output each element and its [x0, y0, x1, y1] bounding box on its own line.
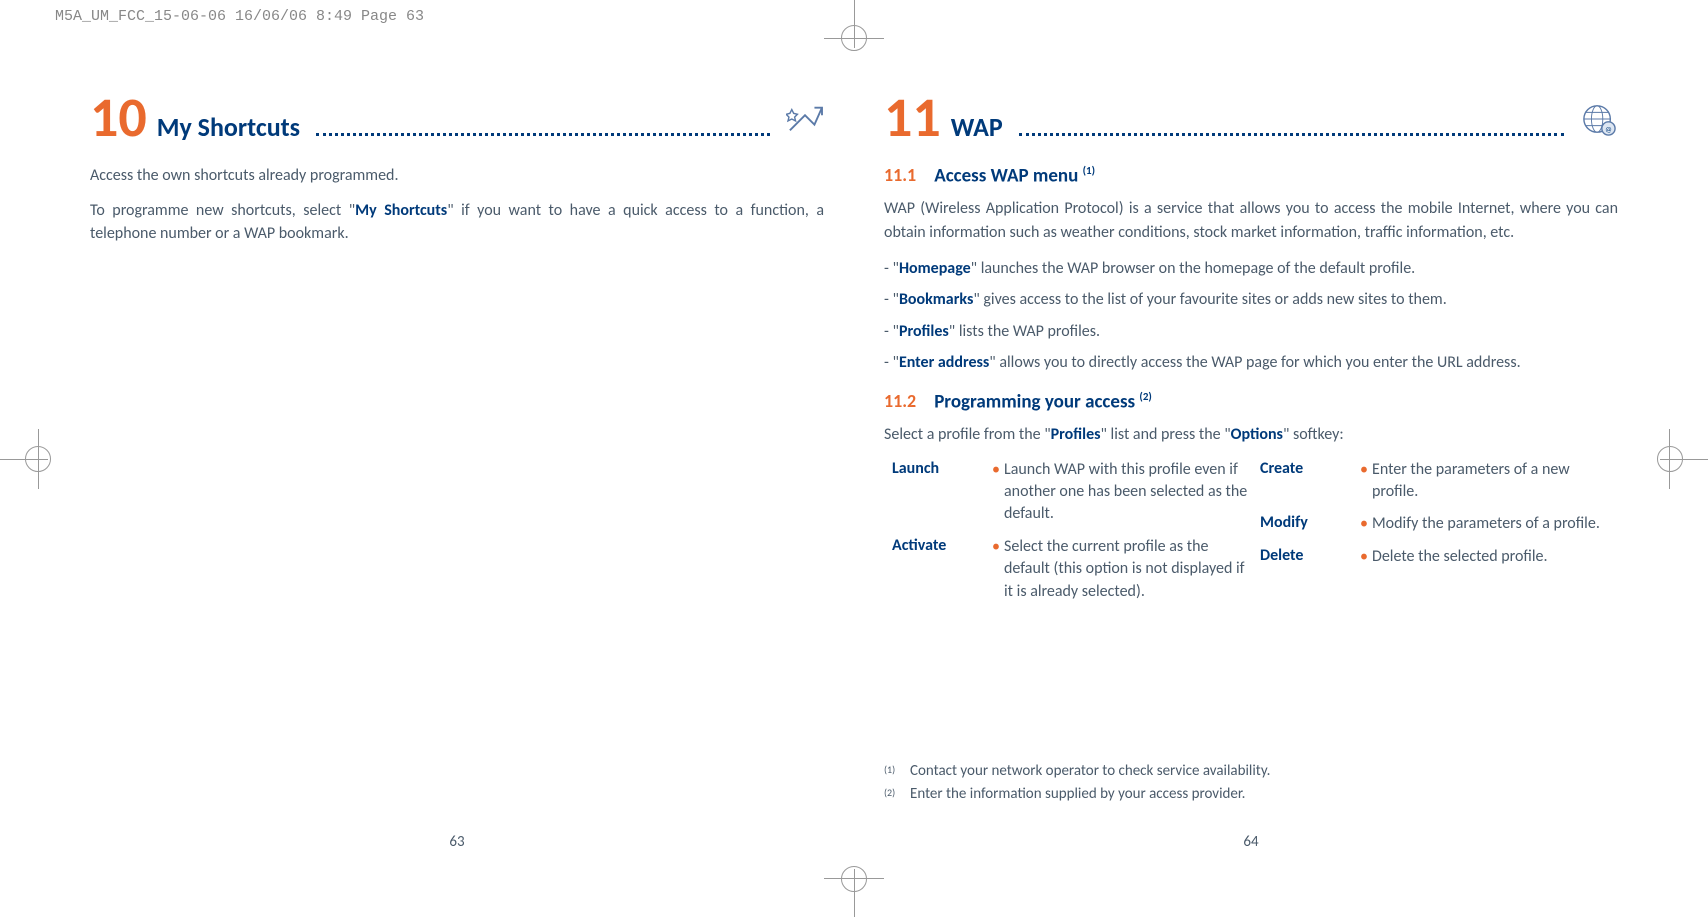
- term: Enter address: [899, 353, 989, 372]
- text: " allows you to directly access the WAP …: [989, 353, 1520, 372]
- text: To programme new shortcuts, select ": [90, 201, 355, 220]
- page-spread: 10 My Shortcuts Access the own shortcuts…: [60, 80, 1648, 857]
- list-item: - "Enter address" allows you to directly…: [884, 350, 1618, 376]
- globe-wap-icon: @: [1580, 102, 1618, 136]
- option-term: Launch: [892, 459, 992, 526]
- wap-menu-list: - "Homepage" launches the WAP browser on…: [884, 256, 1618, 376]
- footnote: (2) Enter the information supplied by yo…: [884, 784, 1270, 805]
- options-column-left: Launch Launch WAP with this profile even…: [892, 459, 1250, 613]
- shortcuts-icon: [786, 102, 824, 136]
- text: - ": [884, 322, 899, 341]
- text: " lists the WAP profiles.: [949, 322, 1100, 341]
- footnote-mark: (1): [884, 761, 910, 782]
- option-desc: Select the current profile as the defaul…: [992, 536, 1250, 603]
- option-term: Delete: [1260, 546, 1360, 568]
- crop-mark-top: [824, 0, 884, 48]
- option-row: Modify Modify the parameters of a profil…: [1260, 513, 1618, 535]
- option-term: Activate: [892, 536, 992, 603]
- footnote-ref: (2): [1139, 390, 1151, 403]
- page-number-left: 63: [449, 833, 464, 851]
- text: - ": [884, 259, 899, 278]
- section-number: 11.1: [884, 164, 916, 186]
- term: Profiles: [899, 322, 949, 341]
- section-title: Access WAP menu (1): [934, 164, 1095, 187]
- section-title: Programming your access (2): [934, 390, 1152, 413]
- page-number-right: 64: [1243, 833, 1258, 851]
- option-row: Delete Delete the selected profile.: [1260, 546, 1618, 568]
- option-row: Activate Select the current profile as t…: [892, 536, 1250, 603]
- leader-dots: [316, 133, 770, 136]
- page-right: 11 WAP @ 11.1 Access WAP menu (1) WAP (W…: [854, 80, 1648, 857]
- text: " gives access to the list of your favou…: [973, 290, 1446, 309]
- crop-mark-left: [0, 429, 48, 489]
- sec2-intro: Select a profile from the "Profiles" lis…: [884, 423, 1618, 446]
- page-left: 10 My Shortcuts Access the own shortcuts…: [60, 80, 854, 857]
- section-11-2-heading: 11.2 Programming your access (2): [884, 390, 1618, 413]
- para-programme: To programme new shortcuts, select "My S…: [90, 199, 824, 245]
- para-access: Access the own shortcuts already program…: [90, 164, 824, 187]
- term-my-shortcuts: My Shortcuts: [355, 201, 447, 220]
- list-item: - "Homepage" launches the WAP browser on…: [884, 256, 1618, 282]
- option-desc: Delete the selected profile.: [1360, 546, 1548, 568]
- option-desc: Launch WAP with this profile even if ano…: [992, 459, 1250, 526]
- term: Homepage: [899, 259, 971, 278]
- text: " softkey:: [1283, 425, 1344, 444]
- footnote: (1) Contact your network operator to che…: [884, 761, 1270, 782]
- list-item: - "Profiles" lists the WAP profiles.: [884, 319, 1618, 345]
- chapter-number: 11: [884, 90, 941, 146]
- option-desc: Modify the parameters of a profile.: [1360, 513, 1600, 535]
- footnote-text: Enter the information supplied by your a…: [910, 784, 1245, 805]
- text: " launches the WAP browser on the homepa…: [971, 259, 1416, 278]
- term: Options: [1231, 425, 1283, 444]
- svg-text:@: @: [1605, 125, 1612, 134]
- option-row: Create Enter the parameters of a new pro…: [1260, 459, 1618, 504]
- option-desc: Enter the parameters of a new profile.: [1360, 459, 1618, 504]
- footnote-mark: (2): [884, 784, 910, 805]
- footnote-ref: (1): [1083, 164, 1095, 177]
- term: Bookmarks: [899, 290, 973, 309]
- crop-mark-right: [1660, 429, 1708, 489]
- print-header: M5A_UM_FCC_15-06-06 16/06/06 8:49 Page 6…: [55, 8, 424, 25]
- text: - ": [884, 353, 899, 372]
- text: Programming your access: [934, 390, 1135, 413]
- wap-intro: WAP (Wireless Application Protocol) is a…: [884, 197, 1618, 243]
- option-row: Launch Launch WAP with this profile even…: [892, 459, 1250, 526]
- options-grid: Launch Launch WAP with this profile even…: [884, 459, 1618, 613]
- text: Select a profile from the ": [884, 425, 1051, 444]
- section-11-1-heading: 11.1 Access WAP menu (1): [884, 164, 1618, 187]
- list-item: - "Bookmarks" gives access to the list o…: [884, 287, 1618, 313]
- option-term: Create: [1260, 459, 1360, 504]
- text: Access WAP menu: [934, 164, 1078, 187]
- leader-dots: [1019, 133, 1564, 136]
- chapter-heading-10: 10 My Shortcuts: [90, 90, 824, 146]
- chapter-title: WAP: [951, 111, 1003, 143]
- text: " list and press the ": [1101, 425, 1231, 444]
- chapter-title: My Shortcuts: [157, 111, 300, 143]
- footnotes: (1) Contact your network operator to che…: [884, 761, 1270, 807]
- chapter-number: 10: [90, 90, 147, 146]
- section-number: 11.2: [884, 390, 916, 412]
- options-column-right: Create Enter the parameters of a new pro…: [1260, 459, 1618, 613]
- crop-mark-bottom: [824, 869, 884, 917]
- option-term: Modify: [1260, 513, 1360, 535]
- term: Profiles: [1051, 425, 1101, 444]
- chapter-heading-11: 11 WAP @: [884, 90, 1618, 146]
- text: - ": [884, 290, 899, 309]
- footnote-text: Contact your network operator to check s…: [910, 761, 1270, 782]
